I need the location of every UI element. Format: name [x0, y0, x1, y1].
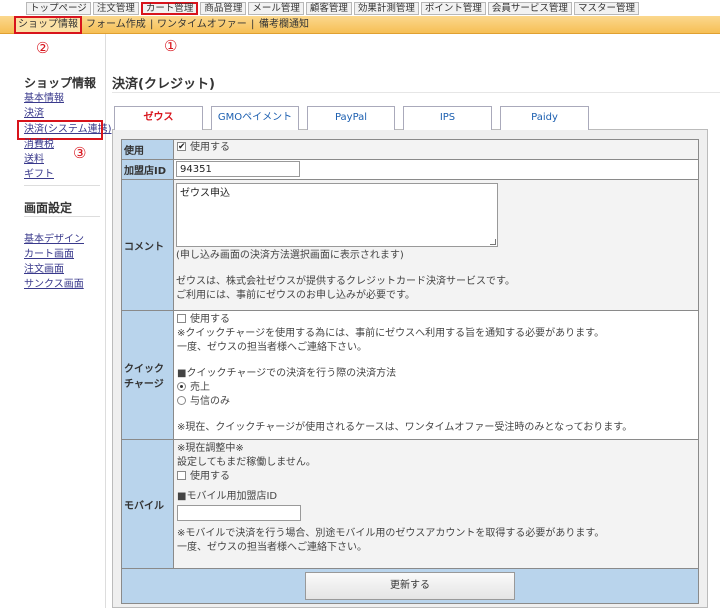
- nav-analytics-management[interactable]: 効果計測管理: [353, 2, 419, 15]
- sidebar-divider: [24, 216, 100, 217]
- comment-note: (申し込み画面の決済方法選択画面に表示されます): [176, 250, 404, 261]
- comment-description-1: ゼウスは、株式会社ゼウスが提供するクレジットカード決済サービスです。: [176, 276, 515, 287]
- quick-charge-note-3: ※現在、クイックチャージが使用されるケースは、ワンタイムオファー受注時のみとなっ…: [177, 422, 633, 433]
- label-merchant-id: 加盟店ID: [121, 159, 174, 180]
- sidebar-link-basic-design[interactable]: 基本デザイン: [24, 234, 84, 246]
- tab-paidy[interactable]: Paidy: [500, 106, 589, 130]
- sidebar-link-basic-info[interactable]: 基本情報: [24, 93, 64, 105]
- row-submit: 更新する: [121, 568, 699, 604]
- subnav-form-create[interactable]: フォーム作成: [86, 16, 146, 34]
- subnav-one-time-offer[interactable]: ワンタイムオファー: [157, 16, 247, 34]
- mobile-checkbox-label: 使用する: [190, 471, 230, 482]
- sidebar-heading-screen-settings: 画面設定: [24, 201, 73, 215]
- nav-point-management[interactable]: ポイント管理: [420, 2, 486, 15]
- title-divider: [112, 92, 720, 93]
- row-merchant-id: 加盟店ID 94351: [121, 159, 699, 180]
- sidebar-heading-shop-info: ショップ情報: [24, 76, 97, 90]
- nav-member-service-management[interactable]: 会員サービス管理: [487, 2, 572, 15]
- tab-zeus[interactable]: ゼウス: [114, 106, 203, 130]
- comment-description-2: ご利用には、事前にゼウスのお申し込みが必要です。: [176, 290, 415, 301]
- use-checkbox-label: 使用する: [190, 142, 230, 153]
- row-use: 使用 使用する: [121, 139, 699, 160]
- mobile-checkbox[interactable]: [177, 471, 186, 480]
- merchant-id-input[interactable]: 94351: [176, 161, 300, 177]
- sub-nav: ショップ情報 フォーム作成 | ワンタイムオファー | 備考欄通知: [0, 16, 720, 34]
- sidebar-divider: [24, 185, 100, 186]
- nav-mail-management[interactable]: メール管理: [248, 2, 304, 15]
- mobile-note-2: 一度、ゼウスの担当者様へご連絡下さい。: [177, 542, 367, 553]
- mobile-status-2: 設定してもまだ稼働しません。: [177, 457, 316, 468]
- row-quick-charge: クイック チャージ 使用する ※クイックチャージを使用する為には、事前にゼウスへ…: [121, 310, 699, 440]
- resize-handle-icon[interactable]: [490, 239, 496, 245]
- sidebar-highlight-box: [17, 120, 103, 140]
- quick-charge-note-2: 一度、ゼウスの担当者様へご連絡下さい。: [177, 342, 367, 353]
- subnav-separator: |: [150, 19, 154, 30]
- sidebar-link-gift[interactable]: ギフト: [24, 169, 54, 181]
- mobile-merchant-id-input[interactable]: [177, 505, 301, 521]
- sidebar-link-shipping[interactable]: 送料: [24, 154, 44, 166]
- sidebar-link-order-screen[interactable]: 注文画面: [24, 264, 64, 276]
- nav-master-management[interactable]: マスター管理: [573, 2, 639, 15]
- payment-settings-table: 使用 使用する 加盟店ID 94351 コメント ゼウス申込 (申し込み画面の決…: [121, 139, 699, 604]
- label-quick-charge-2: チャージ: [124, 379, 164, 390]
- radio-sales[interactable]: [177, 382, 186, 391]
- radio-authorization-only[interactable]: [177, 396, 186, 405]
- subnav-separator: |: [251, 19, 255, 30]
- quick-charge-checkbox-label: 使用する: [190, 314, 230, 325]
- use-checkbox[interactable]: [177, 140, 186, 154]
- row-mobile: モバイル ※現在調整中※ 設定してもまだ稼働しません。 使用する ■モバイル用加…: [121, 439, 699, 569]
- comment-text: ゼウス申込: [180, 188, 230, 199]
- sidebar-link-thanks-screen[interactable]: サンクス画面: [24, 279, 84, 291]
- sidebar-link-payment[interactable]: 決済: [24, 108, 44, 120]
- subnav-remarks-notice[interactable]: 備考欄通知: [259, 16, 309, 34]
- nav-customer-management[interactable]: 顧客管理: [305, 2, 352, 15]
- sidebar-link-consumption-tax[interactable]: 消費税: [24, 139, 54, 151]
- tab-gmo-payment[interactable]: GMOペイメント: [211, 106, 299, 130]
- label-comment: コメント: [121, 179, 174, 311]
- update-button[interactable]: 更新する: [305, 572, 515, 600]
- tab-ips[interactable]: IPS: [403, 106, 492, 130]
- nav-cart-management[interactable]: カート管理: [140, 2, 199, 15]
- subnav-shop-info[interactable]: ショップ情報: [14, 16, 82, 34]
- nav-order-management[interactable]: 注文管理: [92, 2, 139, 15]
- quick-charge-method-heading: ■クイックチャージでの決済を行う際の決済方法: [177, 368, 397, 379]
- callout-1: ①: [164, 37, 178, 55]
- mobile-note-1: ※モバイルで決済を行う場合、別途モバイル用のゼウスアカウントを取得する必要があり…: [177, 528, 605, 539]
- sidebar-link-cart-screen[interactable]: カート画面: [24, 249, 74, 261]
- nav-top-page[interactable]: トップページ: [26, 2, 91, 15]
- label-mobile: モバイル: [121, 439, 174, 569]
- radio-authorization-only-label: 与信のみ: [190, 396, 230, 407]
- label-use: 使用: [121, 139, 174, 160]
- page-title: 決済(クレジット): [112, 77, 215, 92]
- quick-charge-note-1: ※クイックチャージを使用する為には、事前にゼウスへ利用する旨を通知する必要があり…: [177, 328, 605, 339]
- top-nav: トップページ 注文管理 カート管理 商品管理 メール管理 顧客管理 効果計測管理…: [26, 2, 639, 16]
- label-quick-charge-1: クイック: [124, 364, 164, 375]
- mobile-status-1: ※現在調整中※: [177, 443, 244, 454]
- comment-textarea[interactable]: ゼウス申込: [176, 183, 498, 247]
- row-comment: コメント ゼウス申込 (申し込み画面の決済方法選択画面に表示されます) ゼウスは…: [121, 179, 699, 311]
- tab-paypal[interactable]: PayPal: [307, 106, 395, 130]
- quick-charge-checkbox[interactable]: [177, 314, 186, 323]
- nav-product-management[interactable]: 商品管理: [200, 2, 247, 15]
- radio-sales-label: 売上: [190, 382, 210, 393]
- mobile-id-heading: ■モバイル用加盟店ID: [177, 491, 278, 502]
